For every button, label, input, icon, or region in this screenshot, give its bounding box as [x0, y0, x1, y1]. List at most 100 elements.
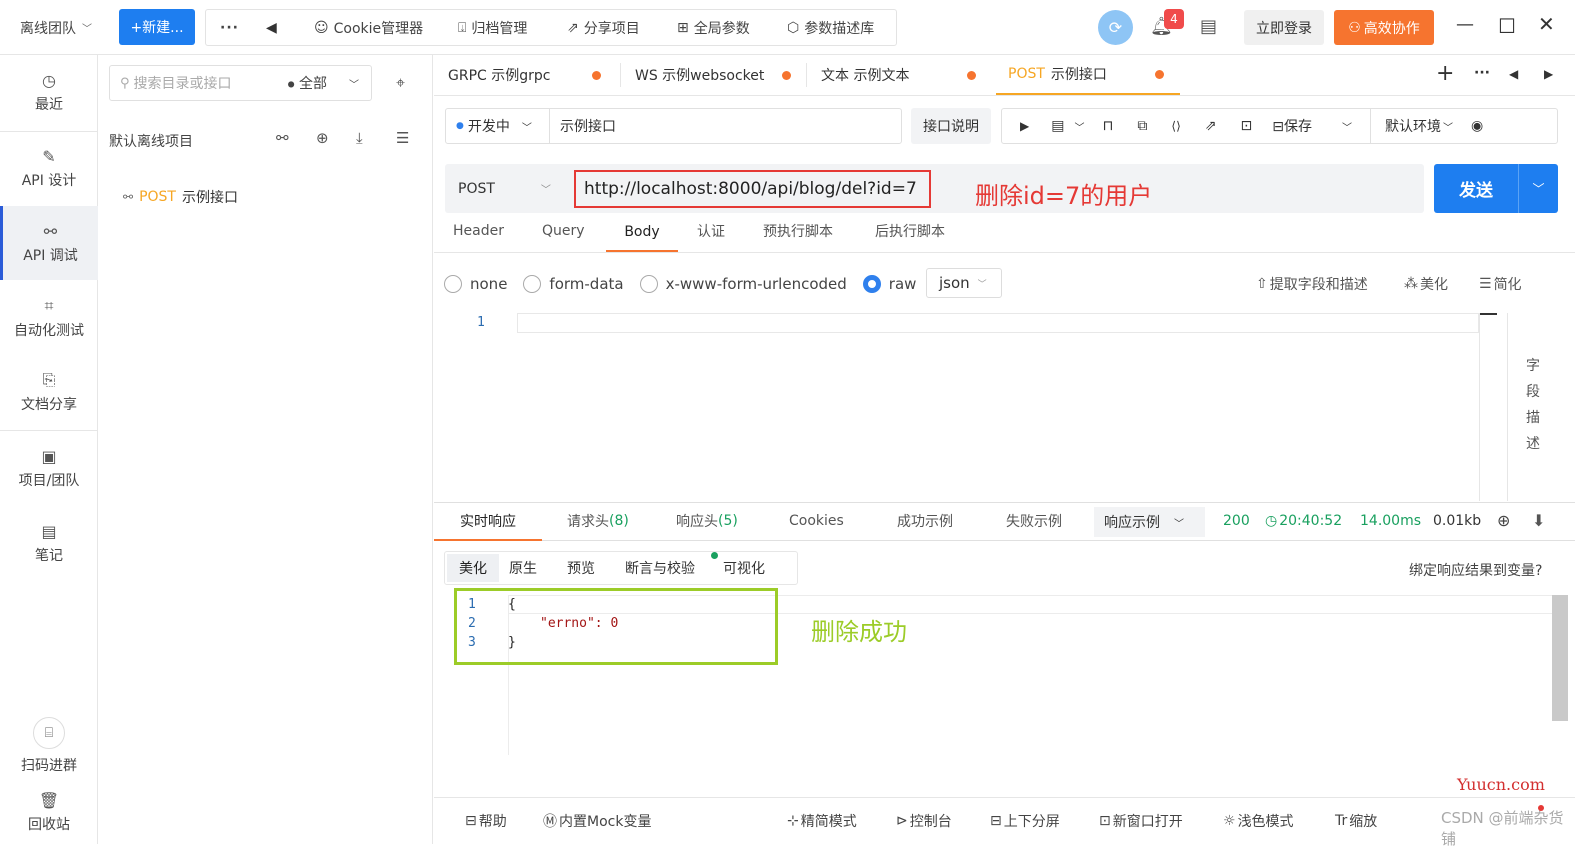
simplify-button[interactable]: ☰ 简化 — [1479, 274, 1522, 294]
lock-icon[interactable]: ⊓ — [1102, 118, 1113, 134]
tab-query[interactable]: Query — [542, 213, 585, 249]
response-body[interactable]: { "errno": 0 } — [508, 597, 618, 650]
send-button[interactable]: 发送 ﹀ — [1434, 164, 1558, 213]
bind-variable-link[interactable]: 绑定响应结果到变量? — [1409, 560, 1542, 580]
note-icon[interactable]: ▤ — [1200, 16, 1217, 37]
login-button[interactable]: 立即登录 — [1244, 10, 1324, 45]
close-icon[interactable]: ✕ — [1538, 12, 1555, 36]
view-tab-raw[interactable]: 原生 — [509, 558, 537, 578]
history-icon[interactable]: ⊡ — [1241, 118, 1253, 134]
mock-vars-button[interactable]: Ⓜ 内置Mock变量 — [543, 811, 651, 831]
archive-button[interactable]: ⍗ 归档管理 — [458, 0, 527, 55]
radio-raw[interactable]: raw — [862, 275, 916, 293]
add-tab-icon[interactable]: + — [1436, 61, 1454, 86]
tab-auth[interactable]: 认证 — [697, 213, 725, 249]
back-icon[interactable]: ◀ — [266, 0, 277, 55]
more-tabs-icon[interactable]: ··· — [1474, 65, 1490, 81]
tab-post-script[interactable]: 后执行脚本 — [875, 213, 945, 249]
format-select[interactable]: json ﹀ — [926, 268, 1002, 298]
locate-icon[interactable]: ⌖ — [396, 73, 405, 93]
team-selector[interactable]: 离线团队 ﹀ — [20, 0, 92, 55]
doc-icon[interactable]: ▤ — [1051, 118, 1064, 134]
scrollbar[interactable] — [1552, 595, 1568, 721]
tab-live-response[interactable]: 实时响应 — [434, 503, 542, 541]
globe-icon[interactable]: ⊕ — [1497, 511, 1510, 530]
tab-grpc[interactable]: GRPC 示例grpc — [448, 55, 602, 95]
next-tab-icon[interactable]: ▶ — [1544, 67, 1553, 81]
tab-fail-example[interactable]: 失败示例 — [1006, 503, 1062, 539]
light-mode-button[interactable]: ☼ 浅色模式 — [1223, 811, 1294, 831]
radio-none[interactable]: none — [444, 275, 507, 293]
console-button[interactable]: ⊳ 控制台 — [896, 811, 952, 831]
sync-icon[interactable]: ⟳ — [1098, 10, 1133, 45]
import-icon[interactable]: ⤓ — [356, 129, 363, 147]
view-tab-assert[interactable]: 断言与校验 — [625, 558, 695, 578]
prev-tab-icon[interactable]: ◀ — [1509, 67, 1518, 81]
new-window-button[interactable]: ⊡ 新窗口打开 — [1099, 811, 1183, 831]
run-icon[interactable]: ▶ — [1020, 119, 1029, 133]
extract-fields-button[interactable]: ⇧ 提取字段和描述 — [1256, 274, 1368, 294]
tab-post-example[interactable]: POST 示例接口 — [996, 55, 1180, 95]
chevron-down-icon[interactable]: ﹀ — [1342, 119, 1352, 134]
nav-item-project[interactable]: ▣ 项目/团队 — [0, 431, 98, 505]
nav-item-api-debug[interactable]: ⚯ API 调试 — [0, 206, 98, 280]
list-icon[interactable]: ☰ — [396, 129, 409, 147]
save-button[interactable]: ⊟保存 — [1272, 116, 1312, 136]
param-library-button[interactable]: ⬡ 参数描述库 — [787, 0, 874, 55]
download-icon[interactable]: ⬇ — [1532, 511, 1545, 530]
tab-pre-script[interactable]: 预执行脚本 — [763, 213, 833, 249]
view-tab-preview[interactable]: 预览 — [567, 558, 595, 578]
nav-item-doc-share[interactable]: ⎘ 文档分享 — [0, 355, 98, 429]
nav-item-notes[interactable]: ▤ 笔记 — [0, 506, 98, 580]
url-input[interactable]: http://localhost:8000/api/blog/del?id=7 — [574, 170, 931, 208]
nav-item-trash[interactable]: 🗑︎ 回收站 — [0, 782, 98, 842]
cookie-manager-button[interactable]: ☺ Cookie管理器 — [314, 0, 423, 55]
env-select[interactable]: 默认环境 ﹀ — [1385, 116, 1453, 136]
search-input[interactable]: 搜索目录或接口 — [134, 73, 288, 93]
example-select[interactable]: 响应示例 ﹀ — [1094, 507, 1205, 537]
more-icon[interactable]: ··· — [220, 0, 239, 55]
doc-button[interactable]: 接口说明 — [911, 108, 991, 144]
tab-text[interactable]: 文本 示例文本 — [821, 55, 977, 95]
minimize-icon[interactable]: — — [1456, 14, 1474, 35]
nav-item-recent[interactable]: ◷ 最近 — [0, 55, 98, 129]
add-folder-icon[interactable]: ⊕ — [316, 129, 329, 147]
nav-item-api-design[interactable]: ✎ API 设计 — [0, 131, 98, 205]
global-params-button[interactable]: ⊞ 全局参数 — [677, 0, 750, 55]
tab-request-headers[interactable]: 请求头 (8) — [567, 503, 629, 539]
radio-form-data[interactable]: form-data — [523, 275, 624, 293]
tab-websocket[interactable]: WS 示例websocket — [635, 55, 792, 95]
add-api-icon[interactable]: ⚯ — [276, 129, 289, 147]
split-screen-button[interactable]: ⊟ 上下分屏 — [990, 811, 1060, 831]
body-editor[interactable] — [517, 313, 1479, 333]
new-button[interactable]: +新建... — [119, 9, 195, 45]
tab-header[interactable]: Header — [453, 213, 504, 249]
tab-body[interactable]: Body — [606, 213, 678, 252]
collab-button[interactable]: ⚇ 高效协作 — [1334, 10, 1434, 45]
maximize-icon[interactable]: ☐ — [1498, 14, 1516, 38]
tab-success-example[interactable]: 成功示例 — [897, 503, 953, 539]
field-description-panel[interactable]: 字 段 描 述 — [1526, 355, 1540, 453]
compact-mode-button[interactable]: ⊹ 精简模式 — [787, 811, 857, 831]
radio-urlencoded[interactable]: x-www-form-urlencoded — [639, 275, 847, 293]
share-icon[interactable]: ⇗ — [1205, 118, 1217, 134]
zoom-button[interactable]: Tr 缩放 — [1335, 811, 1377, 831]
nav-item-qr[interactable]: ⌸ 扫码进群 — [0, 700, 98, 792]
view-tab-beautify[interactable]: 美化 — [447, 554, 499, 582]
code-icon[interactable]: ⟨⟩ — [1171, 119, 1180, 133]
request-name-input[interactable]: 示例接口 — [560, 116, 616, 136]
method-select[interactable]: POST ﹀ — [445, 181, 565, 197]
share-project-button[interactable]: ⇗ 分享项目 — [567, 0, 640, 55]
tab-cookies[interactable]: Cookies — [789, 503, 844, 539]
filter-select[interactable]: ● 全部 ﹀ — [288, 73, 359, 93]
copy-icon[interactable]: ⧉ — [1137, 118, 1147, 134]
beautify-button[interactable]: ⁂ 美化 — [1404, 274, 1448, 294]
help-button[interactable]: ⊟ 帮助 — [465, 811, 507, 831]
view-tab-visualize[interactable]: 可视化 — [723, 558, 765, 578]
nav-item-automation[interactable]: ⌗ 自动化测试 — [0, 281, 98, 355]
tree-item-example[interactable]: ⚯ POST 示例接口 — [123, 187, 238, 207]
tab-response-headers[interactable]: 响应头 (5) — [676, 503, 738, 539]
chevron-down-icon[interactable]: ﹀ — [1074, 119, 1084, 134]
eye-icon[interactable]: ◉ — [1471, 118, 1483, 134]
status-select[interactable]: ● 开发中 ﹀ — [446, 109, 550, 143]
